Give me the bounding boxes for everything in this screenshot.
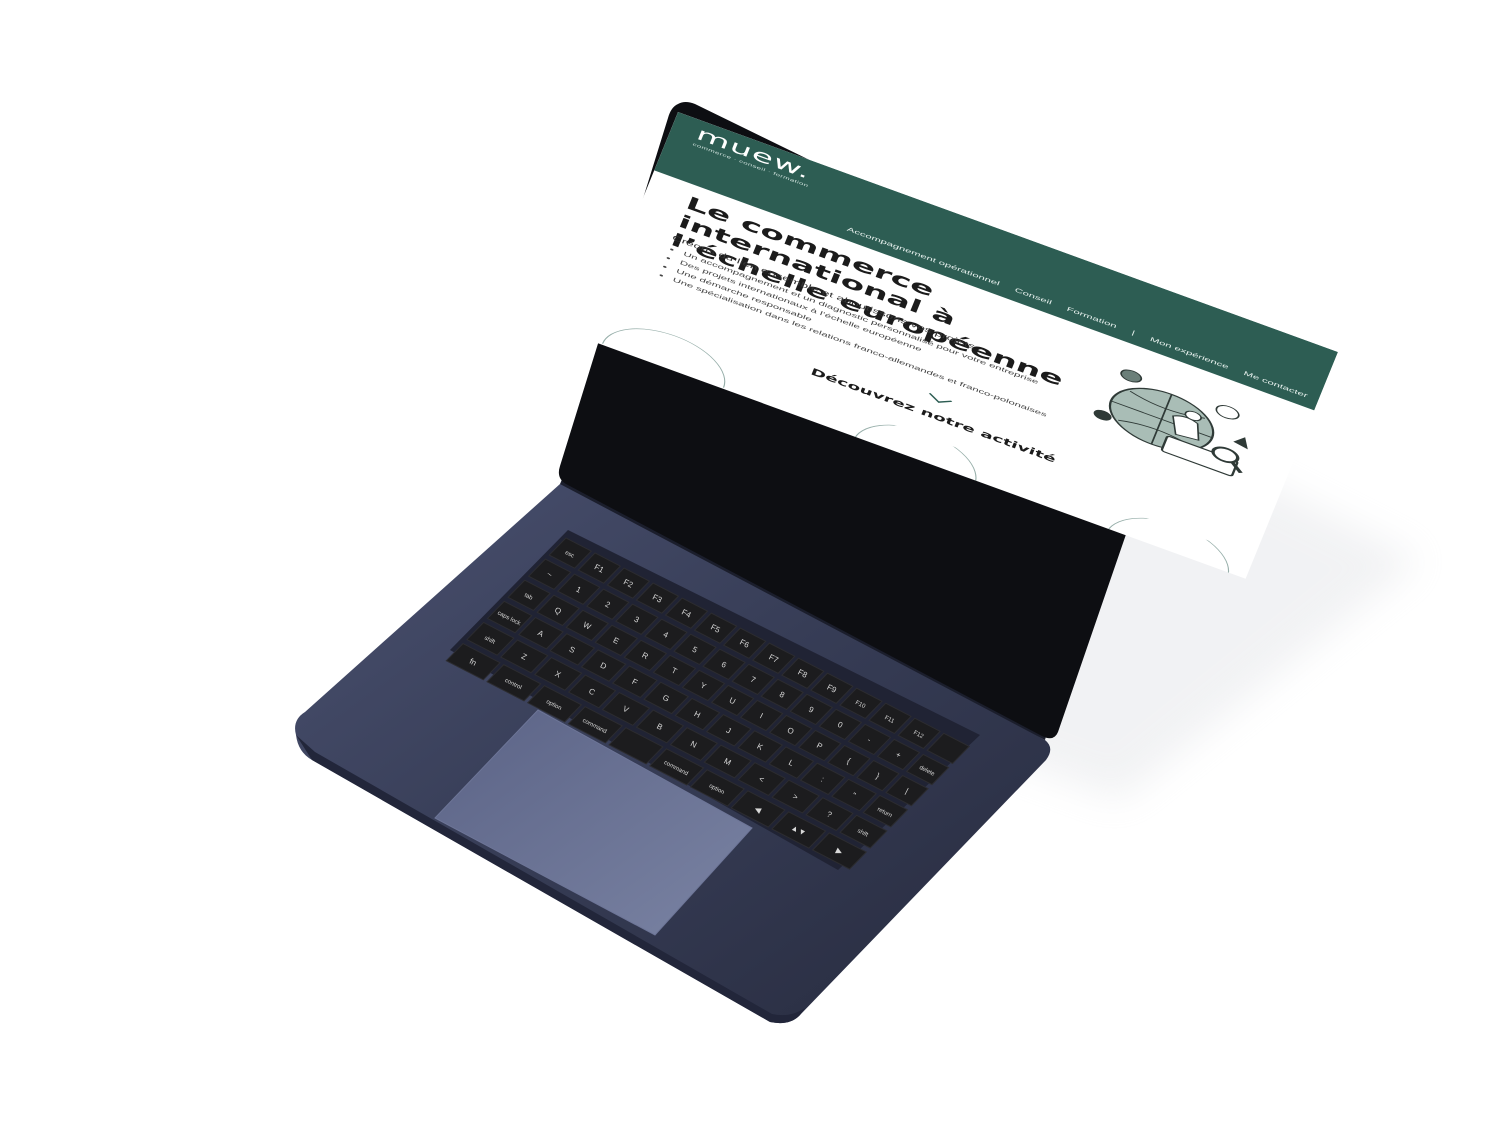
nav-item-formation[interactable]: Formation — [1066, 306, 1118, 330]
nav-item-conseil[interactable]: Conseil — [1014, 287, 1053, 306]
nav-separator: | — [1130, 329, 1136, 337]
nav-item-experience[interactable]: Mon expérience — [1149, 336, 1230, 370]
nav-item-contact[interactable]: Me contacter — [1243, 370, 1309, 399]
chevron-down-icon[interactable] — [925, 391, 954, 408]
